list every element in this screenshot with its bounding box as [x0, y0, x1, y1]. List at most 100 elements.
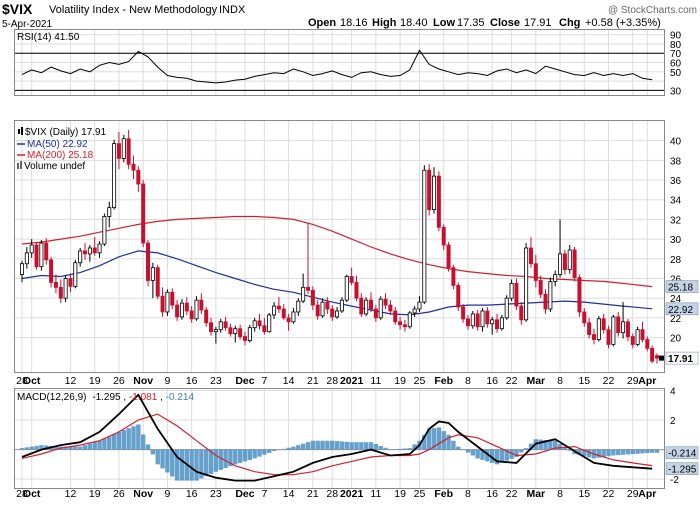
candle-body — [378, 298, 383, 319]
candle-body — [591, 334, 596, 340]
candle-body — [601, 318, 606, 331]
price-x-tick-label: 26 — [113, 375, 125, 387]
candle-body — [383, 298, 388, 306]
candle-body — [645, 339, 650, 349]
svg-text:Low: Low — [433, 17, 455, 29]
candle-body — [417, 301, 422, 310]
macd-x-tick-label: Nov — [133, 488, 153, 500]
macd-histogram-bar — [223, 449, 228, 469]
price-x-tick-label: Oct — [23, 375, 41, 387]
price-x-tick-label: 21 — [307, 375, 319, 387]
candle-body — [567, 249, 572, 271]
ma50-line — [21, 250, 653, 316]
macd-x-tick-label: Apr — [638, 488, 656, 500]
svg-text:Close: Close — [490, 17, 520, 29]
macd-histogram-bar — [334, 441, 340, 450]
macd-histogram-bar — [24, 447, 30, 450]
candle-body — [301, 286, 306, 302]
price-value-marker: 22.92 — [668, 305, 693, 316]
macd-x-tick-label: 11 — [370, 488, 381, 500]
macd-x-tick-label: 7 — [261, 488, 267, 500]
candle-body — [286, 317, 291, 323]
macd-histogram-bar — [179, 449, 185, 481]
candle-body — [92, 247, 97, 254]
macd-histogram-bar — [92, 442, 97, 450]
candle-body — [165, 291, 170, 313]
macd-x-tick-label: 8 — [557, 488, 563, 500]
candle-body — [499, 317, 504, 330]
macd-histogram-bar — [213, 449, 219, 472]
candle-body — [528, 247, 533, 265]
macd-histogram-bar — [121, 430, 126, 450]
candle-body — [577, 277, 582, 313]
macd-x-tick-label: 25 — [414, 488, 426, 500]
volume-legend-swatch — [20, 161, 22, 169]
candle-body — [524, 247, 529, 321]
candle-body — [475, 313, 480, 328]
candle-body — [509, 283, 514, 299]
candle-body — [596, 318, 601, 340]
candle-body — [315, 304, 320, 317]
macd-histogram-bar — [645, 449, 650, 454]
macd-histogram-bar — [155, 449, 160, 465]
macd-histogram-bar — [344, 441, 349, 450]
candle-body — [281, 308, 286, 319]
candle-body — [262, 325, 267, 333]
candle-body — [155, 267, 160, 297]
price-legend-swatch — [21, 127, 23, 135]
candle-body — [335, 310, 340, 318]
macd-histogram-bar — [499, 449, 505, 463]
candle-body — [267, 314, 272, 333]
macd-histogram-bar — [363, 442, 369, 450]
price-y-tick-label: 20 — [670, 334, 682, 345]
candle-body — [485, 310, 490, 325]
macd-histogram-bar — [630, 449, 635, 455]
price-y-tick-label: 30 — [670, 235, 682, 246]
chart-date: 5-Apr-2021 — [2, 19, 52, 30]
macd-histogram-bar — [300, 443, 306, 450]
candle-body — [34, 244, 39, 268]
candle-body — [412, 308, 417, 314]
price-x-tick-label: Mar — [526, 375, 545, 387]
price-legend-item: $VIX (Daily) 17.91 — [25, 127, 107, 138]
candle-body — [655, 355, 660, 359]
candle-body — [131, 163, 136, 171]
macd-histogram-bar — [97, 440, 102, 450]
rsi-y-tick-label: 50 — [670, 68, 682, 79]
candle-body — [44, 242, 49, 261]
macd-histogram-bar — [557, 444, 563, 450]
candle-body — [209, 322, 214, 333]
candle-body — [456, 284, 461, 308]
candle-body — [504, 297, 509, 319]
volume-legend-item: Volume undef — [24, 161, 85, 172]
last-close-pointer — [659, 355, 664, 361]
macd-histogram-bar — [393, 449, 398, 450]
price-legend-swatch — [18, 129, 20, 134]
candle-body — [470, 313, 475, 327]
macd-x-tick-label: 8 — [465, 488, 471, 500]
candle-body — [519, 305, 524, 321]
macd-histogram-bar — [291, 446, 296, 450]
macd-legend-value: -1.295 — [92, 392, 121, 403]
price-x-tick-label: 9 — [164, 375, 170, 387]
candle-body — [320, 301, 325, 317]
macd-histogram-bar — [625, 449, 631, 455]
macd-histogram-bar — [296, 445, 301, 450]
ma200-legend-item: MA(200) 25.18 — [27, 150, 94, 161]
candle-body — [422, 169, 427, 303]
candle-body — [213, 329, 218, 333]
macd-histogram-bar — [436, 427, 442, 450]
macd-x-tick-label: 15 — [578, 488, 590, 500]
candle-body — [24, 252, 29, 265]
svg-text:+0.58 (+3.35%): +0.58 (+3.35%) — [585, 17, 661, 29]
candle-body — [63, 278, 68, 299]
macd-histogram-bar — [145, 444, 151, 450]
svg-text:17.91: 17.91 — [524, 17, 552, 29]
candle-body — [58, 286, 63, 299]
macd-x-tick-label: 16 — [186, 488, 198, 500]
candle-body — [436, 175, 441, 228]
macd-x-tick-label: 19 — [89, 488, 101, 500]
candle-body — [621, 321, 626, 334]
candle-body — [432, 175, 437, 210]
hist-legend-value: -0.214 — [166, 392, 195, 403]
